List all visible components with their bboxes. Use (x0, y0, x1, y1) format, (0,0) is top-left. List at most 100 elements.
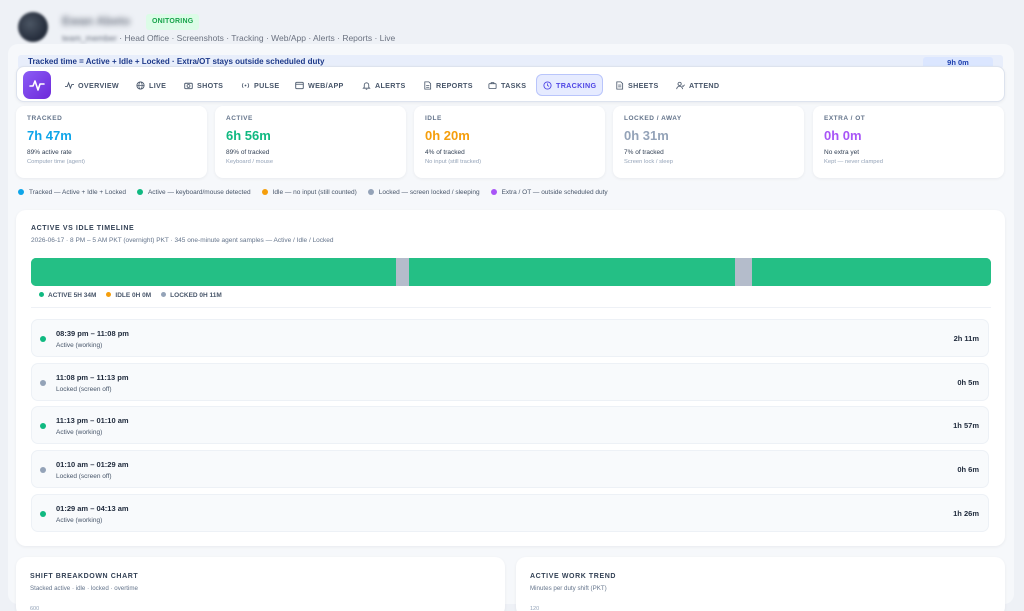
stat-detail: 4% of tracked (425, 149, 465, 156)
clock-icon (543, 80, 552, 90)
segment-duration: 1h 57m (953, 421, 979, 430)
timeline-summary: ACTIVE 5H 34M IDLE 0H 0M LOCKED 0H 11M (39, 292, 222, 299)
legend-label: Locked — screen locked / sleeping (378, 189, 480, 196)
segment-state: Active (working) (56, 429, 103, 436)
legend-item-idle: Idle — no input (still counted) (261, 189, 357, 196)
summary-active: ACTIVE 5H 34M (39, 292, 96, 299)
tab-live[interactable]: LIVE (136, 74, 166, 96)
y-axis-tick: 120 (530, 606, 540, 611)
legend-item-locked: Locked — screen locked / sleeping (367, 189, 480, 196)
sheet-icon (616, 80, 624, 90)
tab-sheets[interactable]: SHEETS (615, 74, 659, 96)
banner-text: Tracked time = Active + Idle + Locked · … (28, 57, 325, 66)
user-links: · Head Office · Screenshots · Tracking ·… (119, 33, 396, 43)
briefcase-icon (488, 81, 497, 89)
segment-time-range: 01:29 am – 04:13 am (56, 504, 129, 513)
timeline-segment-row[interactable]: 11:08 pm – 11:13 pm Locked (screen off) … (31, 363, 989, 401)
segment-state: Active (working) (56, 517, 103, 524)
stat-note: Computer time (agent) (27, 159, 85, 165)
summary-label: LOCKED 0H 11M (170, 292, 222, 299)
stat-note: No input (still tracked) (425, 159, 482, 165)
active-work-trend-card: ACTIVE WORK TREND Minutes per duty shift… (516, 557, 1005, 611)
segment-state: Active (working) (56, 342, 103, 349)
tab-label: OVERVIEW (78, 80, 120, 90)
timeline-subtitle: 2026-06-17 · 8 PM – 5 AM PKT (overnight)… (31, 237, 334, 244)
summary-dot-icon (39, 292, 44, 297)
segment-state: Locked (screen off) (56, 473, 112, 480)
tab-attend[interactable]: ATTEND (676, 74, 719, 96)
tab-navigation: OVERVIEW LIVE SHOTS PULSE WEB/APP ALERTS… (16, 66, 1005, 102)
stat-label: ACTIVE (226, 115, 253, 122)
timeline-segment-row[interactable]: 01:10 am – 01:29 am Locked (screen off) … (31, 450, 989, 488)
tab-label: WEB/APP (308, 80, 344, 90)
legend-label: Idle — no input (still counted) (272, 189, 357, 196)
avatar[interactable] (18, 12, 48, 42)
tab-label: TRACKING (556, 80, 597, 90)
chart-title: SHIFT BREAKDOWN CHART (30, 573, 139, 580)
legend-label: Tracked — Active + Idle + Locked (29, 189, 126, 196)
legend-dot-icon (261, 189, 268, 195)
timeline-bar[interactable] (31, 258, 991, 286)
segment-duration: 1h 26m (953, 509, 979, 518)
tab-label: PULSE (254, 80, 280, 90)
tab-label: REPORTS (436, 80, 473, 90)
pulse-icon (65, 80, 74, 90)
bell-icon (362, 81, 371, 90)
tab-shots[interactable]: SHOTS (184, 74, 223, 96)
timeline-segment-active[interactable] (751, 258, 991, 286)
status-dot-icon (40, 511, 46, 517)
shift-breakdown-chart-card: SHIFT BREAKDOWN CHART Stacked active · i… (16, 557, 505, 611)
divider (31, 307, 991, 308)
timeline-segment-active[interactable] (409, 258, 735, 286)
tab-tasks[interactable]: TASKS (488, 74, 526, 96)
tab-overview[interactable]: OVERVIEW (65, 74, 119, 96)
stat-value: 0h 31m (624, 128, 669, 143)
legend-item-extra-ot: Extra / OT — outside scheduled duty (490, 189, 608, 196)
legend-dot-icon (367, 189, 374, 195)
timeline-segment-row[interactable]: 08:39 pm – 11:08 pm Active (working) 2h … (31, 319, 989, 357)
stat-note: Kept — never clamped (824, 159, 883, 165)
chart-subtitle: Minutes per duty shift (PKT) (530, 585, 607, 592)
timeline-segment-locked[interactable] (395, 258, 410, 286)
stat-detail: 7% of tracked (624, 149, 664, 156)
tab-label: ALERTS (375, 80, 406, 90)
summary-dot-icon (106, 292, 112, 297)
timeline-segment-active[interactable] (31, 258, 396, 286)
stat-card-locked: LOCKED / AWAY 0h 31m 7% of tracked Scree… (613, 106, 804, 178)
camera-icon (184, 82, 193, 89)
metric-legend: Tracked — Active + Idle + Locked Active … (18, 189, 608, 196)
tab-reports[interactable]: REPORTS (423, 74, 473, 96)
user-check-icon (676, 81, 685, 89)
stat-label: TRACKED (27, 115, 63, 122)
app-logo-icon[interactable] (23, 71, 51, 99)
stat-note: Screen lock / sleep (624, 159, 673, 165)
tab-alerts[interactable]: ALERTS (362, 74, 406, 96)
user-name: Ewan Abeto (62, 14, 131, 28)
legend-label: Active — keyboard/mouse detected (147, 189, 251, 196)
stat-value: 0h 0m (824, 128, 862, 143)
y-axis-tick: 600 (30, 606, 40, 611)
segment-duration: 0h 5m (957, 378, 979, 387)
tab-label: LIVE (149, 80, 167, 90)
status-dot-icon (40, 336, 46, 342)
tab-pulse[interactable]: PULSE (241, 74, 279, 96)
stat-card-idle: IDLE 0h 20m 4% of tracked No input (stil… (414, 106, 605, 178)
status-dot-icon (40, 423, 46, 429)
timeline-segment-locked[interactable] (735, 258, 752, 286)
timeline-segment-row[interactable]: 01:29 am – 04:13 am Active (working) 1h … (31, 494, 989, 532)
timeline-segment-row[interactable]: 11:13 pm – 01:10 am Active (working) 1h … (31, 406, 989, 444)
legend-item-tracked: Tracked — Active + Idle + Locked (18, 189, 126, 196)
broadcast-icon (241, 82, 250, 88)
chart-title: ACTIVE WORK TREND (530, 573, 617, 580)
monitoring-badge: ONITORING (146, 14, 200, 30)
active-idle-timeline-card: ACTIVE VS IDLE TIMELINE 2026-06-17 · 8 P… (16, 210, 1005, 546)
chart-subtitle: Stacked active · idle · locked · overtim… (30, 585, 138, 592)
legend-label: Extra / OT — outside scheduled duty (501, 189, 608, 196)
tab-tracking[interactable]: TRACKING (536, 74, 604, 96)
tab-web-app[interactable]: WEB/APP (295, 74, 344, 96)
tab-label: SHOTS (197, 80, 224, 90)
segment-duration: 2h 11m (953, 334, 979, 343)
legend-dot-icon (136, 189, 143, 195)
summary-locked: LOCKED 0H 11M (161, 292, 222, 299)
status-dot-icon (40, 467, 46, 473)
